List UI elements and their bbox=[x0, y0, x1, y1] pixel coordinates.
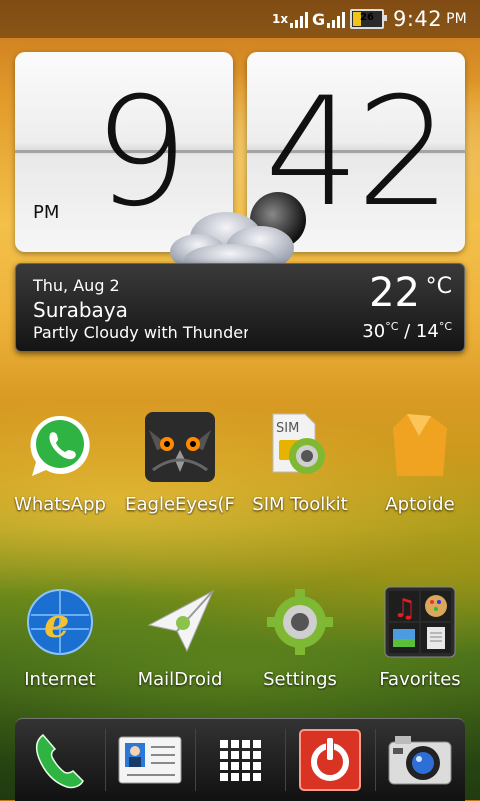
app-label: EagleEyes(F bbox=[125, 494, 235, 515]
signal-1x: 1x bbox=[272, 0, 309, 38]
eagleeyes-icon bbox=[143, 410, 217, 484]
weather-temperature: 22 bbox=[369, 270, 420, 316]
dock-power[interactable] bbox=[285, 719, 375, 801]
status-bar: 1x G 26 9:42 PM bbox=[0, 0, 480, 38]
app-eagleeyes[interactable]: EagleEyes(F bbox=[120, 410, 240, 515]
app-label: SIM Toolkit bbox=[252, 494, 348, 515]
weather-range: 30°C / 14°C bbox=[362, 320, 452, 342]
app-label: Aptoide bbox=[385, 494, 455, 515]
weather-widget[interactable]: Thu, Aug 2 Surabaya Partly Cloudy with T… bbox=[15, 263, 465, 352]
app-label: WhatsApp bbox=[14, 494, 106, 515]
dock-camera[interactable] bbox=[375, 719, 465, 801]
weather-low: 14 bbox=[415, 321, 439, 342]
whatsapp-icon bbox=[23, 410, 97, 484]
camera-icon bbox=[388, 736, 452, 785]
weather-date: Thu, Aug 2 bbox=[33, 276, 120, 295]
battery-icon: 26 bbox=[350, 9, 387, 29]
app-label: Favorites bbox=[379, 669, 461, 690]
clock-ampm: PM bbox=[33, 202, 60, 223]
weather-condition: Partly Cloudy with Thunder bbox=[33, 323, 248, 342]
network-type: G bbox=[312, 9, 326, 29]
dock-people[interactable] bbox=[105, 719, 195, 801]
app-settings[interactable]: Settings bbox=[240, 585, 360, 690]
sim-toolkit-icon: SIM bbox=[263, 410, 337, 484]
status-time: 9:42 bbox=[393, 7, 443, 31]
app-whatsapp[interactable]: WhatsApp bbox=[0, 410, 120, 515]
flip-hinge bbox=[247, 150, 465, 153]
contacts-icon bbox=[118, 736, 182, 784]
dock-phone[interactable] bbox=[15, 719, 105, 801]
dock-app-drawer[interactable] bbox=[195, 719, 285, 801]
phone-icon bbox=[36, 733, 84, 789]
aptoide-icon bbox=[383, 410, 457, 484]
app-sim-toolkit[interactable]: SIM SIM Toolkit bbox=[240, 410, 360, 515]
network-label: 1x bbox=[272, 12, 289, 26]
status-ampm: PM bbox=[446, 11, 467, 27]
signal-icon bbox=[327, 10, 346, 28]
weather-unit: °C bbox=[425, 274, 452, 299]
signal-g: G bbox=[312, 0, 346, 38]
app-label: Settings bbox=[263, 669, 337, 690]
svg-text:♫: ♫ bbox=[393, 594, 416, 624]
app-drawer-icon bbox=[220, 740, 261, 781]
power-icon bbox=[299, 729, 361, 791]
weather-city: Surabaya bbox=[33, 298, 128, 322]
battery: 26 bbox=[350, 0, 387, 38]
favorites-folder-icon: ♫ bbox=[383, 585, 457, 659]
weather-high: 30 bbox=[362, 321, 386, 342]
settings-icon bbox=[263, 585, 337, 659]
maildroid-icon bbox=[143, 585, 217, 659]
app-internet[interactable]: e Internet bbox=[0, 585, 120, 690]
status-clock: 9:42 PM bbox=[393, 0, 467, 38]
app-aptoide[interactable]: Aptoide bbox=[360, 410, 480, 515]
app-maildroid[interactable]: MailDroid bbox=[120, 585, 240, 690]
signal-icon bbox=[290, 10, 309, 28]
app-label: Internet bbox=[24, 669, 96, 690]
flip-hinge bbox=[15, 150, 233, 153]
svg-text:SIM: SIM bbox=[276, 421, 299, 436]
battery-level: 26 bbox=[360, 12, 374, 23]
svg-text:e: e bbox=[44, 600, 69, 647]
app-label: MailDroid bbox=[137, 669, 223, 690]
dock-bar bbox=[15, 718, 465, 801]
app-favorites-folder[interactable]: ♫ Favorites bbox=[360, 585, 480, 690]
internet-icon: e bbox=[23, 585, 97, 659]
